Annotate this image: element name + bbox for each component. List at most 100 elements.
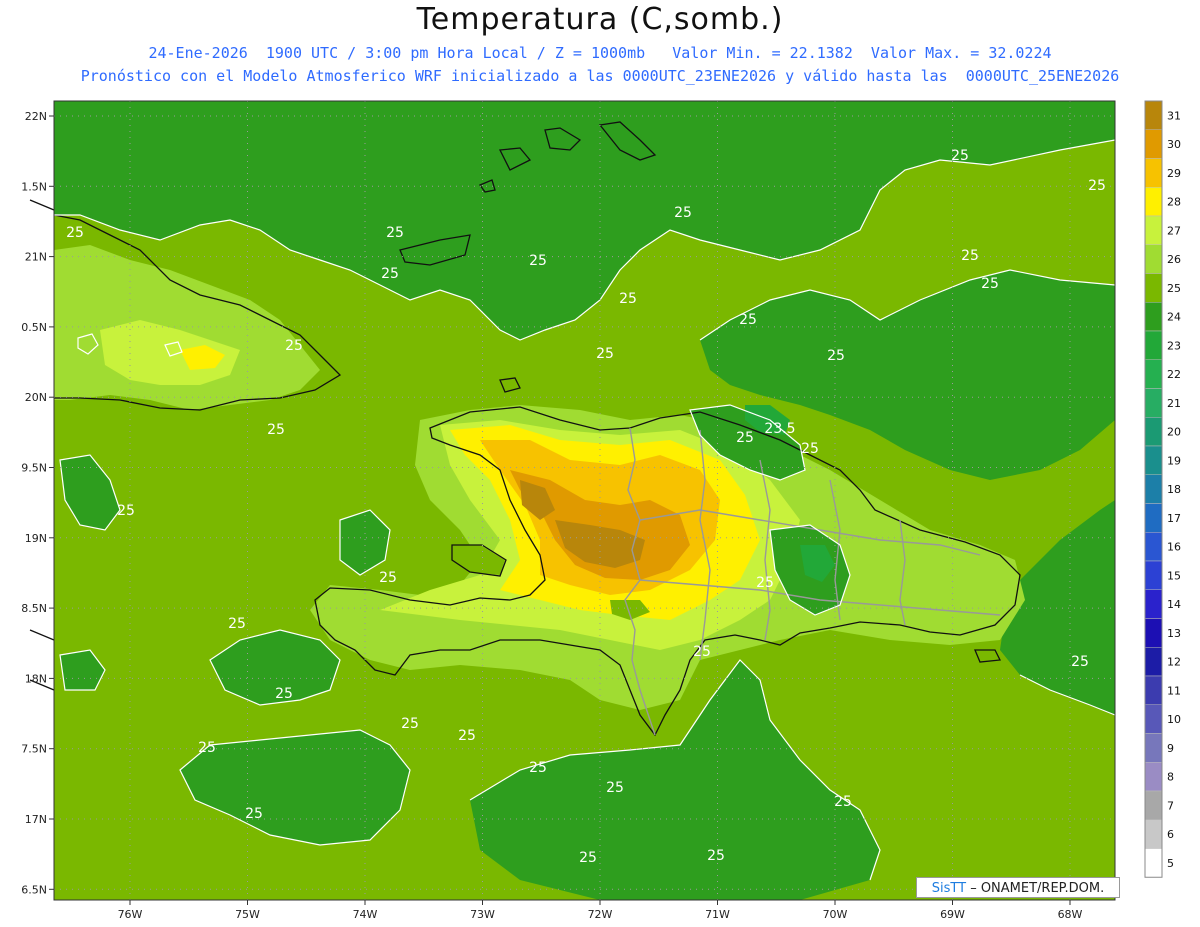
contour-label: 23.5 bbox=[764, 421, 795, 437]
lat-label: 7.5N bbox=[21, 743, 47, 756]
colorbar-swatch bbox=[1144, 474, 1163, 504]
lon-label: 74W bbox=[353, 908, 378, 921]
lat-label: 0.5N bbox=[21, 321, 47, 334]
contour-label: 25 bbox=[379, 570, 397, 586]
colorbar-label: 14 bbox=[1167, 598, 1181, 611]
colorbar-label: 10 bbox=[1167, 713, 1181, 726]
contour-label: 25 bbox=[619, 291, 637, 307]
west-coast-tip bbox=[29, 199, 55, 211]
lon-label: 70W bbox=[823, 908, 848, 921]
contour-label: 25 bbox=[267, 422, 285, 438]
contour-label: 25 bbox=[1071, 654, 1089, 670]
colorbar-label: 11 bbox=[1167, 684, 1181, 697]
contour-label: 25 bbox=[756, 575, 774, 591]
colorbar-swatch bbox=[1144, 819, 1163, 849]
lon-label: 76W bbox=[118, 908, 143, 921]
lon-label: 73W bbox=[470, 908, 495, 921]
contour-label: 25 bbox=[579, 850, 597, 866]
colorbar-swatch bbox=[1144, 129, 1163, 159]
lon-label: 71W bbox=[705, 908, 730, 921]
colorbar-swatch bbox=[1144, 532, 1163, 562]
colorbar-swatch bbox=[1144, 100, 1163, 130]
contour-label: 25 bbox=[674, 205, 692, 221]
contour-label: 25 bbox=[1088, 178, 1106, 194]
colorbar-swatch bbox=[1144, 273, 1163, 303]
colorbar: 31 30 29 28 27 26 25 24 23 22 21 20 19 18 17 16 15 14 13 12… bbox=[1144, 100, 1181, 878]
colorbar-label: 25 bbox=[1167, 282, 1181, 295]
contour-label: 25 bbox=[707, 848, 725, 864]
lat-label: 1.5N bbox=[21, 180, 47, 193]
sistt-logo: SisTT – ONAMET/REP.DOM. bbox=[916, 877, 1120, 898]
colorbar-label: 13 bbox=[1167, 627, 1181, 640]
contour-label: 25 bbox=[117, 503, 135, 519]
colorbar-label: 29 bbox=[1167, 167, 1181, 180]
colorbar-label: 22 bbox=[1167, 368, 1181, 381]
contour-label: 25 bbox=[458, 728, 476, 744]
logo-text: – ONAMET/REP.DOM. bbox=[966, 881, 1105, 896]
contour-label: 25 bbox=[606, 780, 624, 796]
contour-label: 25 bbox=[834, 794, 852, 810]
colorbar-swatch bbox=[1144, 618, 1163, 648]
lat-label: 19N bbox=[25, 532, 47, 545]
colorbar-swatch bbox=[1144, 244, 1163, 274]
colorbar-label: 21 bbox=[1167, 397, 1181, 410]
contour-label: 25 bbox=[736, 430, 754, 446]
colorbar-label: 8 bbox=[1167, 771, 1174, 784]
contour-label: 25 bbox=[827, 348, 845, 364]
contour-label: 25 bbox=[596, 346, 614, 362]
colorbar-swatch bbox=[1144, 417, 1163, 447]
colorbar-label: 16 bbox=[1167, 541, 1181, 554]
colorbar-swatch bbox=[1144, 388, 1163, 418]
colorbar-swatch bbox=[1144, 848, 1163, 878]
colorbar-label: 9 bbox=[1167, 742, 1174, 755]
contour-label: 25 bbox=[275, 686, 293, 702]
colorbar-swatch bbox=[1144, 589, 1163, 619]
contour-label: 25 bbox=[285, 338, 303, 354]
colorbar-swatch bbox=[1144, 215, 1163, 245]
colorbar-label: 19 bbox=[1167, 454, 1181, 467]
colorbar-label: 28 bbox=[1167, 196, 1181, 209]
lat-label: 21N bbox=[25, 251, 47, 264]
colorbar-label: 5 bbox=[1167, 857, 1174, 870]
contour-label: 25 bbox=[693, 644, 711, 660]
lat-label: 20N bbox=[25, 391, 47, 404]
lat-label: 8.5N bbox=[21, 602, 47, 615]
colorbar-label: 17 bbox=[1167, 512, 1181, 525]
latitude-axis: 22N 1.5N 21N 0.5N 20N 9.5N 19N 8.5N 18N 7.5N 17N 6.… bbox=[21, 110, 54, 896]
contour-label: 25 bbox=[228, 616, 246, 632]
longitude-axis: 76W 75W 74W 73W 72W 71W 70W 69W 68W bbox=[118, 900, 1083, 921]
lat-label: 9.5N bbox=[21, 462, 47, 475]
lat-label: 17N bbox=[25, 813, 47, 826]
map-field bbox=[54, 101, 1115, 900]
contour-label: 25 bbox=[401, 716, 419, 732]
colorbar-swatch bbox=[1144, 359, 1163, 389]
contour-label: 25 bbox=[961, 248, 979, 264]
colorbar-swatch bbox=[1144, 503, 1163, 533]
colorbar-swatch bbox=[1144, 647, 1163, 677]
colorbar-label: 20 bbox=[1167, 426, 1181, 439]
lat-label: 6.5N bbox=[21, 883, 47, 896]
colorbar-label: 12 bbox=[1167, 656, 1181, 669]
lat-label: 18N bbox=[25, 672, 47, 685]
contour-label: 25 bbox=[981, 276, 999, 292]
colorbar-swatch bbox=[1144, 790, 1163, 820]
colorbar-label: 7 bbox=[1167, 799, 1174, 812]
colorbar-swatch bbox=[1144, 302, 1163, 332]
lon-label: 68W bbox=[1058, 908, 1083, 921]
contour-label: 25 bbox=[245, 806, 263, 822]
colorbar-swatch bbox=[1144, 675, 1163, 705]
contour-label: 25 bbox=[951, 148, 969, 164]
colorbar-label: 24 bbox=[1167, 311, 1181, 324]
lon-label: 75W bbox=[235, 908, 260, 921]
lon-label: 69W bbox=[940, 908, 965, 921]
colorbar-label: 15 bbox=[1167, 569, 1181, 582]
colorbar-label: 18 bbox=[1167, 483, 1181, 496]
lon-label: 72W bbox=[588, 908, 613, 921]
contour-label: 25 bbox=[66, 225, 84, 241]
contour-label: 25 bbox=[386, 225, 404, 241]
colorbar-swatch bbox=[1144, 733, 1163, 763]
contour-label: 25 bbox=[529, 253, 547, 269]
colorbar-label: 30 bbox=[1167, 138, 1181, 151]
colorbar-label: 31 bbox=[1167, 109, 1181, 122]
logo-brand: SisTT bbox=[931, 881, 967, 896]
